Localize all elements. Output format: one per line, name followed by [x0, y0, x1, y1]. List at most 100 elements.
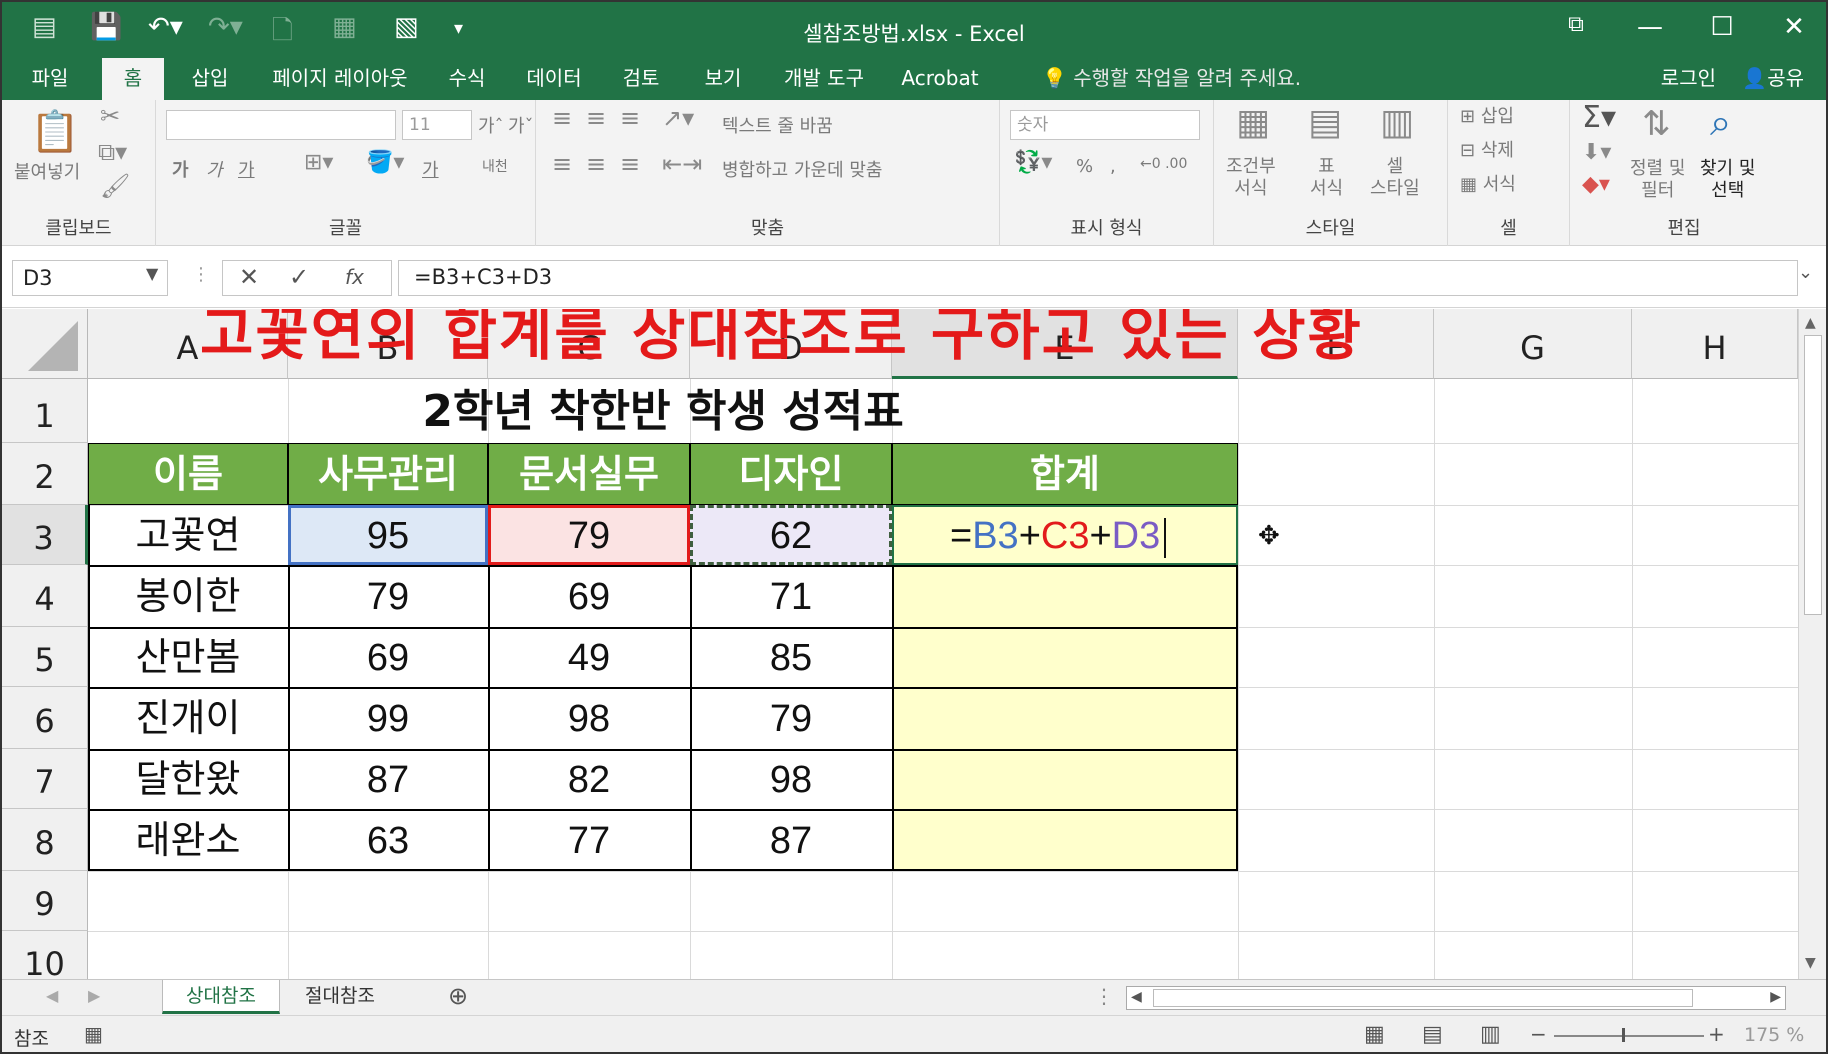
row-header-2[interactable]: 2 — [2, 443, 88, 505]
minimize-button[interactable]: — — [1630, 12, 1670, 42]
align-left-icon[interactable]: ≡ — [552, 150, 572, 178]
name-box-dropdown-icon[interactable]: ▼ — [146, 264, 158, 283]
tab-file[interactable]: 파일 — [16, 58, 84, 100]
tab-review[interactable]: 검토 — [606, 58, 676, 100]
font-name-combo[interactable] — [166, 110, 396, 140]
row-header-10[interactable]: 10 — [2, 931, 88, 979]
underline-button[interactable]: 가 — [238, 156, 255, 182]
macro-record-icon[interactable]: ▦ — [84, 1022, 103, 1046]
insert-cells-button[interactable]: ⊞ 삽입 — [1460, 102, 1514, 128]
header-design[interactable]: 디자인 — [690, 443, 892, 505]
tab-data[interactable]: 데이터 — [514, 58, 594, 100]
align-bottom-icon[interactable]: ≡ — [620, 104, 640, 132]
cell-b7[interactable]: 87 — [288, 749, 488, 809]
row-header-8[interactable]: 8 — [2, 809, 88, 871]
shrink-font-icon[interactable]: 가ˇ — [508, 112, 534, 138]
paste-label[interactable]: 붙여넣기 — [14, 158, 80, 184]
comma-button[interactable]: , — [1110, 156, 1116, 177]
splitter-icon[interactable]: ⋮ — [192, 264, 210, 285]
tab-formulas[interactable]: 수식 — [434, 58, 500, 100]
row-header-5[interactable]: 5 — [2, 627, 88, 687]
number-format-combo[interactable]: 숫자 — [1010, 110, 1200, 140]
cell-d8[interactable]: 87 — [690, 809, 892, 871]
login-link[interactable]: 로그인 — [1661, 58, 1716, 98]
sort-filter-icon[interactable]: ⇅ — [1642, 104, 1671, 144]
sheet-tab-absolute[interactable]: 절대참조 — [284, 980, 396, 1014]
cell-b5[interactable]: 69 — [288, 627, 488, 687]
cell-a4[interactable]: 봉이한 — [88, 565, 288, 627]
cell-d3[interactable]: 62 — [690, 505, 892, 565]
page-break-view-icon[interactable]: ▥ — [1480, 1022, 1501, 1047]
conditional-format-icon[interactable]: ▦ — [1236, 102, 1270, 143]
close-button[interactable]: ✕ — [1774, 12, 1814, 42]
cell-a3[interactable]: 고꽃연 — [88, 505, 288, 565]
find-select-icon[interactable]: ⌕ — [1710, 100, 1731, 145]
row-header-3[interactable]: 3 — [2, 505, 88, 565]
row-header-7[interactable]: 7 — [2, 749, 88, 809]
header-document[interactable]: 문서실무 — [488, 443, 690, 505]
formula-input[interactable]: =B3+C3+D3 — [414, 260, 552, 296]
ribbon-display-icon[interactable]: ⧉ — [1556, 12, 1596, 37]
tab-developer[interactable]: 개발 도구 — [772, 58, 876, 100]
zoom-in-icon[interactable]: + — [1708, 1022, 1725, 1046]
decimal-icon[interactable]: ←0 .00 — [1140, 156, 1187, 172]
align-right-icon[interactable]: ≡ — [620, 150, 640, 178]
tab-home[interactable]: 홈 — [102, 58, 164, 100]
scroll-left-icon[interactable]: ◀ — [1131, 989, 1142, 1005]
indent-icon[interactable]: ⇤⇥ — [662, 150, 702, 178]
header-name[interactable]: 이름 — [88, 443, 288, 505]
font-color-button[interactable]: 가 — [422, 156, 439, 182]
conditional-format-label[interactable]: 조건부 서식 — [1226, 156, 1276, 200]
italic-button[interactable]: 가 — [206, 156, 223, 182]
worksheet-grid[interactable]: A B C D E F G H 1 2 3 4 5 6 7 8 9 10 2학년… — [2, 309, 1798, 979]
cell-a7[interactable]: 달한왔 — [88, 749, 288, 809]
formula-input-box[interactable] — [398, 260, 1798, 296]
cell-a8[interactable]: 래완소 — [88, 809, 288, 871]
row-header-6[interactable]: 6 — [2, 687, 88, 749]
merge-center-button[interactable]: 병합하고 가운데 맞춤 — [722, 156, 882, 182]
zoom-out-icon[interactable]: − — [1530, 1022, 1547, 1046]
phonetic-button[interactable]: 내천 — [482, 156, 508, 176]
wrap-text-button[interactable]: 텍스트 줄 바꿈 — [722, 112, 833, 138]
align-middle-icon[interactable]: ≡ — [586, 104, 606, 132]
format-as-table-icon[interactable]: ▤ — [1308, 102, 1342, 143]
cell-b6[interactable]: 99 — [288, 687, 488, 749]
find-select-label[interactable]: 찾기 및 선택 — [1700, 158, 1755, 202]
cell-a5[interactable]: 산만봄 — [88, 627, 288, 687]
edit-formula-e3[interactable]: =B3+C3+D3 — [950, 505, 1167, 565]
cell-c7[interactable]: 82 — [488, 749, 690, 809]
cell-c4[interactable]: 69 — [488, 565, 690, 627]
cell-c8[interactable]: 77 — [488, 809, 690, 871]
cell-b8[interactable]: 63 — [288, 809, 488, 871]
header-total[interactable]: 합계 — [892, 443, 1238, 505]
new-sheet-icon[interactable]: ⊕ — [448, 982, 468, 1010]
percent-button[interactable]: % — [1076, 156, 1093, 177]
autosum-icon[interactable]: Σ▾ — [1582, 100, 1616, 135]
copy-icon[interactable]: ⧉▾ — [98, 138, 127, 166]
cell-b4[interactable]: 79 — [288, 565, 488, 627]
clear-icon[interactable]: ◆▾ — [1582, 172, 1610, 197]
fill-icon[interactable]: ⬇▾ — [1582, 140, 1611, 165]
sort-filter-label[interactable]: 정렬 및 필터 — [1630, 158, 1685, 202]
select-all-button[interactable] — [2, 309, 88, 379]
cell-d7[interactable]: 98 — [690, 749, 892, 809]
fill-color-icon[interactable]: 🪣▾ — [366, 150, 404, 175]
next-sheet-icon[interactable]: ▶ — [88, 986, 100, 1005]
cell-b3[interactable]: 95 — [288, 505, 488, 565]
cell-c5[interactable]: 49 — [488, 627, 690, 687]
sheet-title-cell[interactable]: 2학년 착한반 학생 성적표 — [88, 379, 1238, 443]
zoom-level[interactable]: 175 % — [1744, 1024, 1804, 1046]
scroll-down-icon[interactable]: ▼ — [1805, 955, 1816, 971]
zoom-slider-thumb[interactable] — [1622, 1028, 1625, 1042]
enter-icon[interactable]: ✓ — [289, 263, 309, 291]
delete-cells-button[interactable]: ⊟ 삭제 — [1460, 136, 1514, 162]
tell-me-box[interactable]: 💡 수행할 작업을 알려 주세요. — [1042, 58, 1301, 98]
row-header-4[interactable]: 4 — [2, 565, 88, 627]
prev-sheet-icon[interactable]: ◀ — [46, 986, 58, 1005]
orientation-icon[interactable]: ↗▾ — [662, 104, 694, 132]
col-header-h[interactable]: H — [1632, 309, 1798, 379]
scroll-right-icon[interactable]: ▶ — [1770, 989, 1781, 1005]
page-layout-view-icon[interactable]: ▤ — [1422, 1022, 1443, 1047]
cell-c6[interactable]: 98 — [488, 687, 690, 749]
align-top-icon[interactable]: ≡ — [552, 104, 572, 132]
